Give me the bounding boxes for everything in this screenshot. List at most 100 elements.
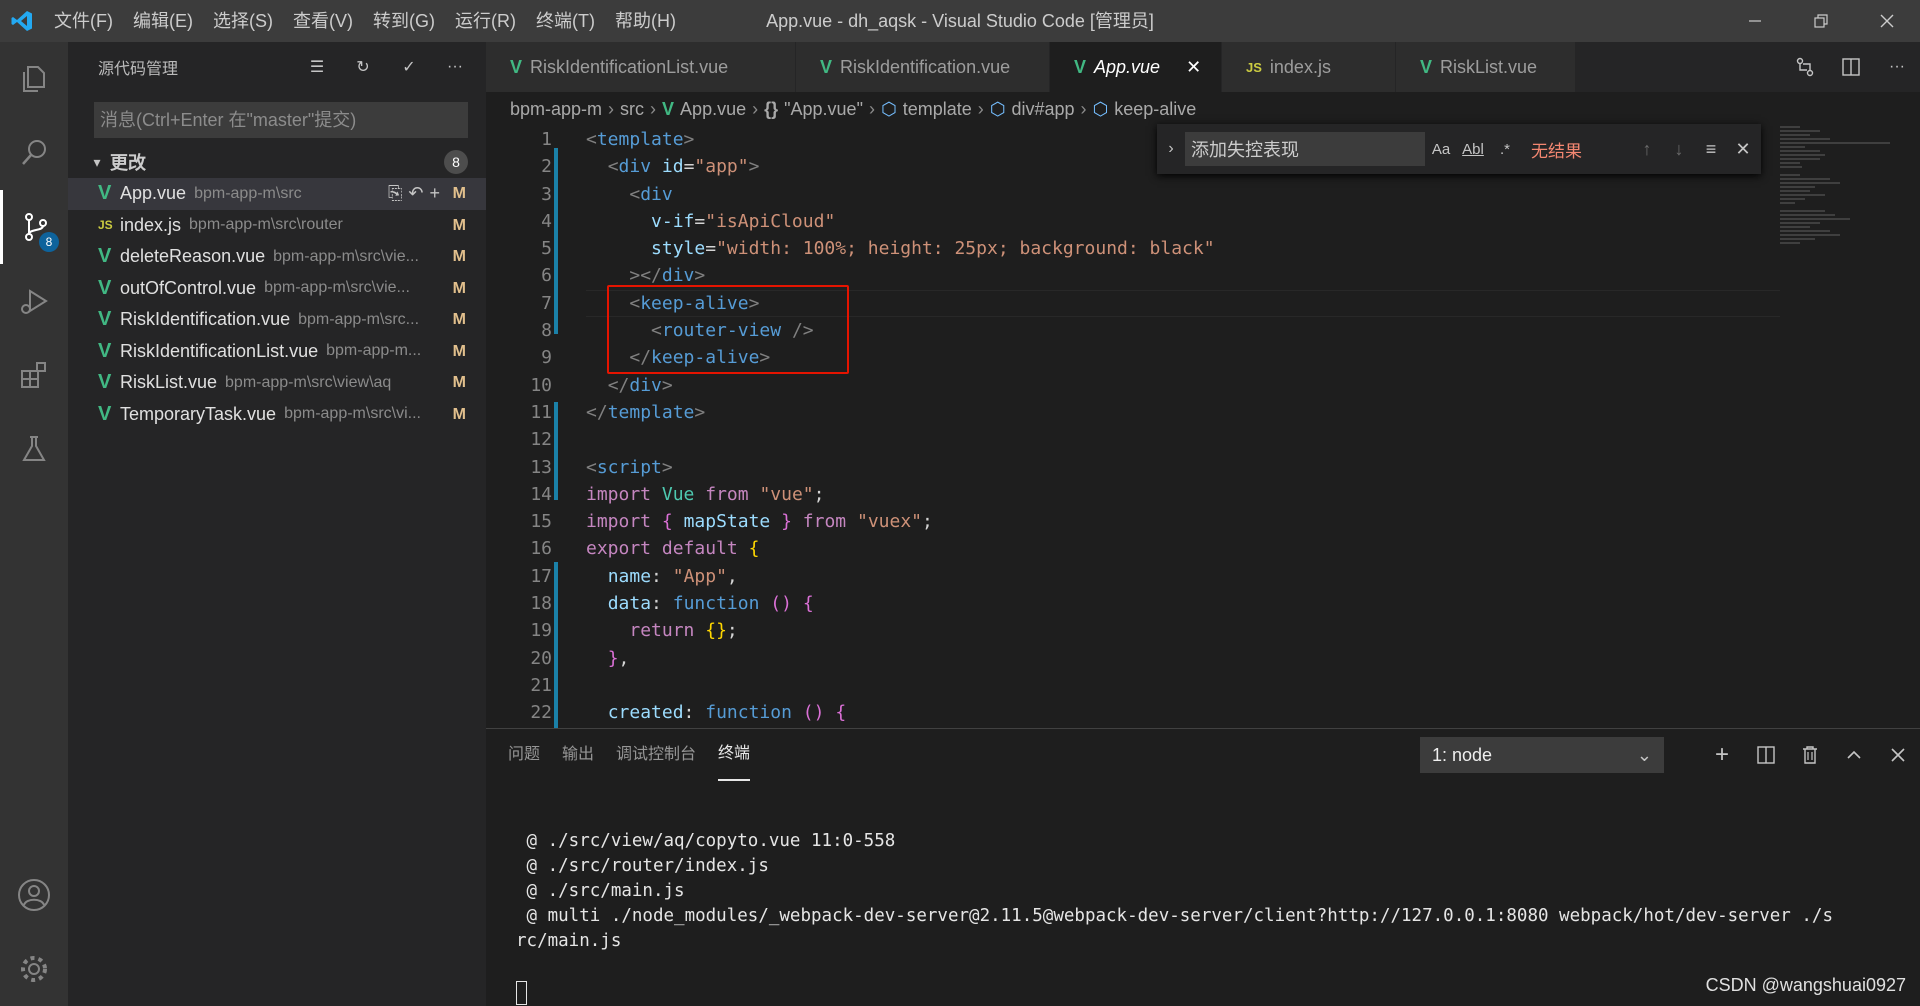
previous-match-icon[interactable]: ↑ [1631,139,1663,160]
commit-message-input[interactable] [94,102,468,138]
menu-edit[interactable]: 编辑(E) [123,0,203,42]
tab-index-js[interactable]: JS index.js [1222,42,1396,92]
line-number: 18 [530,593,552,615]
code-token: name [607,565,652,587]
changed-file-riskidentificationlist-vue[interactable]: V RiskIdentificationList.vue bpm-app-m..… [68,336,486,368]
breadcrumb-folder[interactable]: bpm-app-m [510,99,602,120]
terminal-select[interactable]: 1: node ⌄ [1420,737,1664,773]
line-number: 14 [530,483,552,505]
chevron-right-icon: › [868,98,875,119]
tab-debug-console[interactable]: 调试控制台 [616,729,696,781]
changes-group-header[interactable]: ▾ 更改 8 [68,146,486,178]
menu-view[interactable]: 查看(V) [283,0,363,42]
settings-gear-icon[interactable] [0,932,68,1006]
code-token: import [586,483,652,505]
breadcrumb-file[interactable]: App.vue [680,99,746,120]
close-tab-icon[interactable]: ✕ [1186,57,1201,78]
tab-risklist[interactable]: V RiskList.vue [1396,42,1576,92]
breadcrumb-symbol[interactable]: keep-alive [1114,99,1196,120]
code-token: < [586,456,597,478]
tab-riskidentificationlist[interactable]: V RiskIdentificationList.vue [486,42,796,92]
open-file-icon[interactable]: ⎘ [388,183,402,204]
trash-icon[interactable] [1788,729,1832,781]
toggle-replace-icon[interactable]: › [1157,140,1185,158]
tab-riskidentification[interactable]: V RiskIdentification.vue [796,42,1050,92]
restore-icon[interactable] [1788,0,1854,42]
changed-file-riskidentification-vue[interactable]: V RiskIdentification.vue bpm-app-m\src..… [68,304,486,336]
file-name: outOfControl.vue [120,277,257,298]
run-debug-icon[interactable] [0,264,68,338]
find-input[interactable] [1185,132,1425,166]
scm-badge: 8 [39,232,59,252]
menu-help[interactable]: 帮助(H) [605,0,686,42]
code-token: from [802,511,847,533]
changed-file-deletereason-vue[interactable]: V deleteReason.vue bpm-app-m\src\vie... … [68,241,486,273]
regex-icon[interactable]: .* [1489,141,1521,158]
new-terminal-icon[interactable]: + [1700,729,1744,781]
file-status: M [452,185,466,202]
file-actions: ⎘ ↶ + [388,178,440,210]
split-terminal-icon[interactable] [1744,729,1788,781]
code-token: < [651,320,662,342]
next-match-icon[interactable]: ↓ [1663,139,1695,160]
changed-file-app-vue[interactable]: V App.vue bpm-app-m\src ⎘ ↶ + M [68,178,486,210]
split-editor-icon[interactable] [1828,42,1874,92]
refresh-icon[interactable]: ↻ [340,42,386,92]
menu-terminal[interactable]: 终端(T) [526,0,605,42]
changed-file-index-js[interactable]: JS index.js bpm-app-m\src\router M [68,210,486,242]
minimap[interactable] [1780,126,1900,276]
code-editor[interactable]: 1 2 3 4 5 6 7 8 9 10 11 12 13 14 15 16 17 18 19 20 21 22 <tem… [486,126,1920,728]
commit-check-icon[interactable]: ✓ [386,42,432,92]
find-in-selection-icon[interactable]: ≡ [1695,139,1727,160]
close-find-icon[interactable]: ✕ [1727,139,1759,160]
changed-file-risklist-vue[interactable]: V RiskList.vue bpm-app-m\src\view\aq M [68,367,486,399]
extensions-icon[interactable] [0,338,68,412]
close-panel-icon[interactable] [1876,729,1920,781]
file-path: bpm-app-m\src\vi... [284,405,421,423]
changed-file-outofcontrol-vue[interactable]: V outOfControl.vue bpm-app-m\src\vie... … [68,273,486,305]
more-actions-icon[interactable]: ··· [432,42,478,92]
tab-problems[interactable]: 问题 [508,729,540,781]
minimize-icon[interactable] [1722,0,1788,42]
menu-go[interactable]: 转到(G) [363,0,445,42]
breadcrumb-symbol[interactable]: div#app [1011,99,1074,120]
match-whole-word-icon[interactable]: Abl [1457,141,1489,158]
search-icon[interactable] [0,116,68,190]
account-icon[interactable] [0,858,68,932]
tab-app-vue[interactable]: V App.vue ✕ [1050,42,1222,92]
menu-selection[interactable]: 选择(S) [203,0,283,42]
code-token: < [629,183,641,205]
close-window-icon[interactable] [1854,0,1920,42]
terminal-output[interactable]: @ ./src/view/aq/copyto.vue 11:0-558 @ ./… [516,829,1906,954]
file-name: RiskIdentification.vue [120,309,291,330]
discard-changes-icon[interactable]: ↶ [408,183,423,204]
menu-file[interactable]: 文件(F) [44,0,123,42]
match-case-icon[interactable]: Aa [1425,141,1457,158]
tab-output[interactable]: 输出 [562,729,594,781]
maximize-panel-icon[interactable] [1832,729,1876,781]
file-path: bpm-app-m\src\vie... [264,279,410,297]
code-line: v-if="isApiCloud" [586,208,1215,235]
breadcrumb-symbol[interactable]: "App.vue" [784,99,863,120]
more-actions-icon[interactable]: ··· [1874,42,1920,92]
open-changes-icon[interactable] [1782,42,1828,92]
changed-file-temporarytask-vue[interactable]: V TemporaryTask.vue bpm-app-m\src\vi... … [68,399,486,431]
view-as-tree-icon[interactable]: ☰ [294,42,340,92]
breadcrumb-symbol[interactable]: template [903,99,972,120]
breadcrumb-folder[interactable]: src [620,99,644,120]
code-token: div [618,156,652,178]
testing-icon[interactable] [0,412,68,486]
source-control-icon[interactable]: 8 [0,190,68,264]
title-bar: 文件(F) 编辑(E) 选择(S) 查看(V) 转到(G) 运行(R) 终端(T… [0,0,1920,42]
file-status: M [452,374,466,391]
stage-changes-icon[interactable]: + [429,183,440,204]
tab-terminal[interactable]: 终端 [718,729,751,781]
menu-run[interactable]: 运行(R) [445,0,526,42]
code-token: ></ [629,265,662,287]
files-icon[interactable] [0,42,68,116]
